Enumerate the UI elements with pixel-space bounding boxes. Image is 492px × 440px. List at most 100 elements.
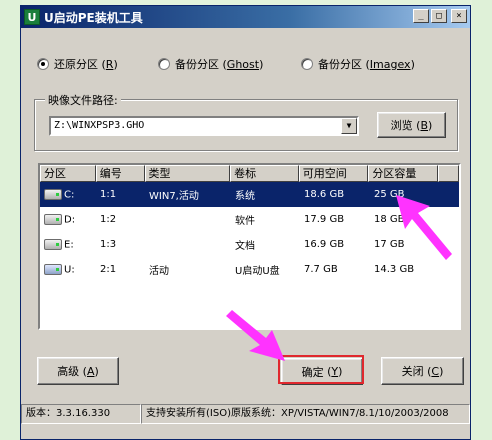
column-header[interactable]: 分区	[40, 165, 96, 182]
background-left	[0, 0, 22, 440]
cell-num: 1:1	[96, 189, 145, 200]
ok-button-highlight	[278, 355, 364, 384]
cell-label: 软件	[231, 212, 300, 227]
cell-free: 18.6 GB	[300, 189, 370, 200]
cell-free: 16.9 GB	[300, 239, 370, 250]
cell-text: 16.9 GB	[304, 239, 345, 250]
cell-free: 7.7 GB	[300, 264, 370, 275]
backup-imagex-label: 备份分区	[318, 58, 362, 71]
backup-imagex-accel: Imagex	[369, 58, 411, 71]
maximize-button[interactable]: □	[431, 9, 447, 23]
cell-label: 文档	[231, 237, 300, 252]
column-header[interactable]: 卷标	[230, 165, 299, 182]
hard-disk-icon	[44, 213, 62, 225]
cell-text: 软件	[235, 216, 255, 227]
version-status: 版本：3.3.16.330	[21, 404, 141, 424]
column-header-filler	[438, 165, 459, 182]
image-path-group: 映像文件路径: Z:\WINXPSP3.GHO ▼ 浏览 (B)	[34, 92, 458, 151]
cell-text: 2:1	[100, 264, 117, 275]
cell-label: 系统	[231, 187, 300, 202]
status-bar: 版本：3.3.16.330 支持安装所有(ISO)原版系统：XP/VISTA/W…	[21, 404, 470, 424]
advanced-button-accel: A	[86, 364, 95, 378]
table-row[interactable]: C: 1:1 WIN7,活动 系统 18.6 GB 25 GB	[40, 182, 459, 207]
cell-size: 17 GB	[370, 239, 440, 250]
cell-text: 系统	[235, 191, 255, 202]
restore-radio[interactable]: 还原分区 (R)	[37, 56, 118, 72]
cell-text: 14.3 GB	[374, 264, 415, 275]
cell-size: 14.3 GB	[370, 264, 440, 275]
table-row[interactable]: D: 1:2 软件 17.9 GB 18 GB	[40, 207, 459, 232]
radio-unselected-icon	[158, 58, 170, 70]
cell-text: WIN7,活动	[149, 191, 199, 202]
table-row[interactable]: E: 1:3 文档 16.9 GB 17 GB	[40, 232, 459, 257]
cell-num: 2:1	[96, 264, 145, 275]
cell-text: 25 GB	[374, 189, 405, 200]
support-status: 支持安装所有(ISO)原版系统：XP/VISTA/WIN7/8.1/10/200…	[141, 404, 470, 424]
cell-text: 7.7 GB	[304, 264, 338, 275]
cell-text: E:	[64, 239, 74, 251]
title-bar[interactable]: U U启动PE装机工具 _ □ ×	[21, 6, 470, 28]
cell-text: D:	[64, 214, 76, 226]
cell-text: 18.6 GB	[304, 189, 345, 200]
cell-text: 文档	[235, 241, 255, 252]
mode-radio-group: 还原分区 (R) 备份分区 (Ghost) 备份分区 (Imagex)	[21, 56, 470, 72]
cell-text: U启动U盘	[235, 266, 280, 277]
cell-text: C:	[64, 189, 75, 201]
radio-selected-icon	[37, 58, 49, 70]
hard-disk-icon	[44, 238, 62, 250]
backup-imagex-radio[interactable]: 备份分区 (Imagex)	[301, 56, 415, 72]
dropdown-arrow-icon[interactable]: ▼	[341, 118, 357, 134]
cell-text: 17 GB	[374, 239, 405, 250]
cell-text: 18 GB	[374, 214, 405, 225]
cell-text: 1:3	[100, 239, 117, 250]
close-button-accel: C	[431, 364, 440, 378]
advanced-button-label: 高级	[57, 365, 80, 378]
cell-free: 17.9 GB	[300, 214, 370, 225]
minimize-button[interactable]: _	[413, 9, 429, 23]
restore-radio-accel: R	[105, 58, 114, 71]
close-button-label: 关闭	[401, 365, 424, 378]
image-path-combo[interactable]: Z:\WINXPSP3.GHO ▼	[49, 116, 359, 136]
column-header[interactable]: 可用空间	[298, 165, 369, 182]
cell-drive: C:	[40, 188, 96, 201]
backup-ghost-accel: Ghost	[226, 58, 260, 71]
column-header[interactable]: 编号	[95, 165, 145, 182]
background-right	[472, 0, 492, 440]
table-header: 分区 编号 类型 卷标 可用空间 分区容量	[40, 165, 459, 182]
browse-button-accel: B	[420, 118, 429, 132]
cell-text: U:	[64, 264, 75, 276]
app-logo-icon: U	[24, 9, 40, 25]
close-button[interactable]: 关闭 (C)	[381, 357, 464, 385]
cell-label: U启动U盘	[231, 262, 300, 277]
table-row[interactable]: U: 2:1 活动 U启动U盘 7.7 GB 14.3 GB	[40, 257, 459, 282]
partition-table[interactable]: 分区 编号 类型 卷标 可用空间 分区容量 C: 1:1 WIN7,活动 系统 18.6…	[38, 163, 461, 330]
browse-button-label: 浏览	[390, 119, 413, 132]
cell-type: 活动	[145, 262, 231, 277]
cell-text: 1:2	[100, 214, 117, 225]
backup-ghost-radio[interactable]: 备份分区 (Ghost)	[158, 56, 263, 72]
cell-size: 18 GB	[370, 214, 440, 225]
cell-type: WIN7,活动	[145, 187, 231, 202]
restore-radio-label: 还原分区	[54, 58, 98, 71]
cell-text: 17.9 GB	[304, 214, 345, 225]
hard-disk-icon	[44, 188, 62, 200]
column-header[interactable]: 类型	[144, 165, 231, 182]
cell-num: 1:2	[96, 214, 145, 225]
window-title: U启动PE装机工具	[44, 10, 143, 25]
cell-drive: D:	[40, 213, 96, 226]
image-path-value: Z:\WINXPSP3.GHO	[54, 120, 145, 131]
browse-button[interactable]: 浏览 (B)	[377, 112, 446, 138]
column-header[interactable]: 分区容量	[368, 165, 439, 182]
installer-window: U U启动PE装机工具 _ □ × 还原分区 (R) 备份分区 (Ghost) …	[20, 5, 471, 440]
cell-drive: U:	[40, 263, 96, 276]
cell-drive: E:	[40, 238, 96, 251]
advanced-button[interactable]: 高级 (A)	[37, 357, 119, 385]
cell-text: 活动	[149, 266, 169, 277]
close-window-button[interactable]: ×	[451, 9, 467, 23]
cell-text: 1:1	[100, 189, 117, 200]
radio-unselected-icon	[301, 58, 313, 70]
cell-num: 1:3	[96, 239, 145, 250]
backup-ghost-label: 备份分区	[175, 58, 219, 71]
usb-disk-icon	[44, 263, 62, 275]
cell-size: 25 GB	[370, 189, 440, 200]
